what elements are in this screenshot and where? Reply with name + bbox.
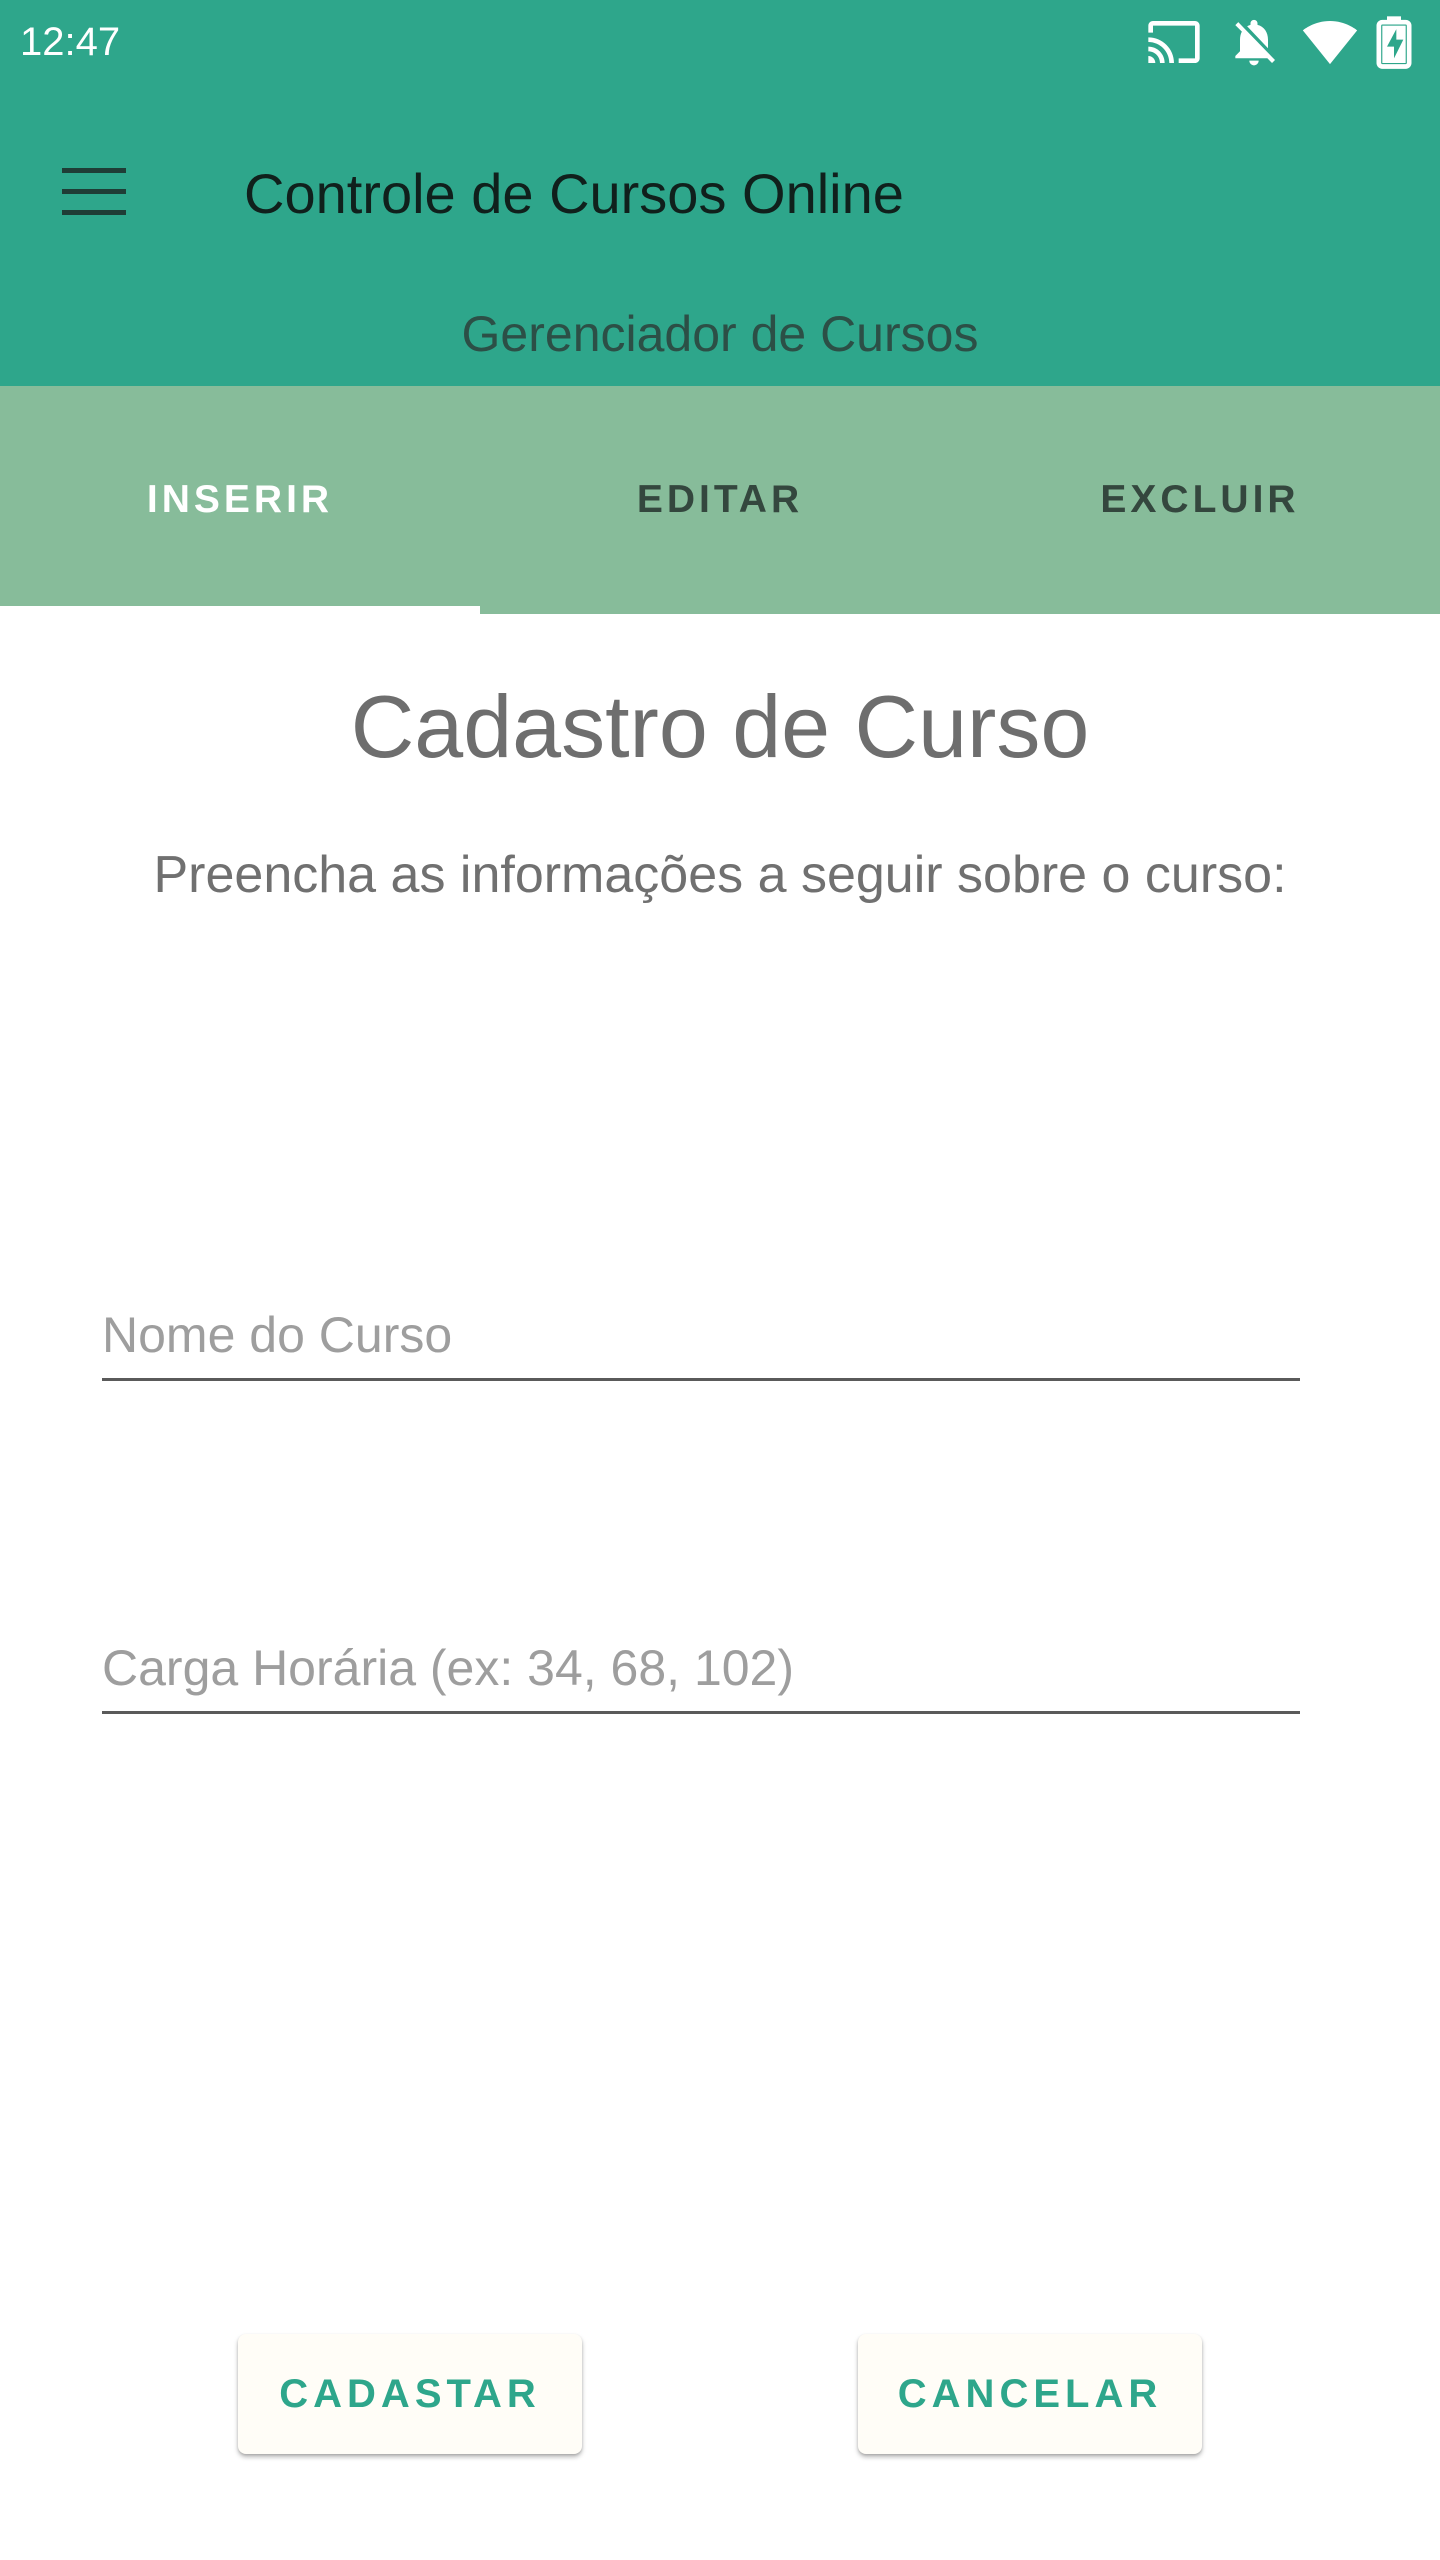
wifi-icon	[1302, 14, 1358, 70]
cast-icon	[1146, 14, 1202, 70]
tab-excluir[interactable]: EXCLUIR	[960, 386, 1440, 614]
app-subtitle: Gerenciador de Cursos	[461, 306, 979, 362]
cancel-button[interactable]: CANCELAR	[858, 2334, 1202, 2454]
menu-icon	[60, 166, 128, 223]
app-bar: Controle de Cursos Online Gerenciador de…	[0, 84, 1440, 386]
form-instruction: Preencha as informações a seguir sobre o…	[153, 846, 1287, 904]
status-time: 12:47	[20, 20, 121, 64]
tab-indicator	[0, 606, 480, 614]
tab-editar[interactable]: EDITAR	[480, 386, 960, 614]
tab-label: EDITAR	[636, 478, 804, 521]
tab-bar: INSERIR EDITAR EXCLUIR	[0, 386, 1440, 614]
notifications-off-icon	[1226, 14, 1282, 70]
menu-button[interactable]	[44, 144, 144, 244]
tab-label: EXCLUIR	[1100, 478, 1300, 521]
workload-input[interactable]	[102, 1625, 1300, 1714]
tab-label: INSERIR	[146, 478, 334, 521]
register-button[interactable]: CADASTAR	[238, 2334, 582, 2454]
status-bar: 12:47	[0, 0, 1440, 84]
app-title: Controle de Cursos Online	[244, 162, 904, 225]
screen: 12:47 Controle de Cursos Online Gerencia…	[0, 0, 1440, 2560]
battery-charging-icon	[1372, 14, 1416, 70]
course-name-input[interactable]	[102, 1292, 1300, 1381]
page-title: Cadastro de Curso	[350, 677, 1090, 776]
tab-inserir[interactable]: INSERIR	[0, 386, 480, 614]
